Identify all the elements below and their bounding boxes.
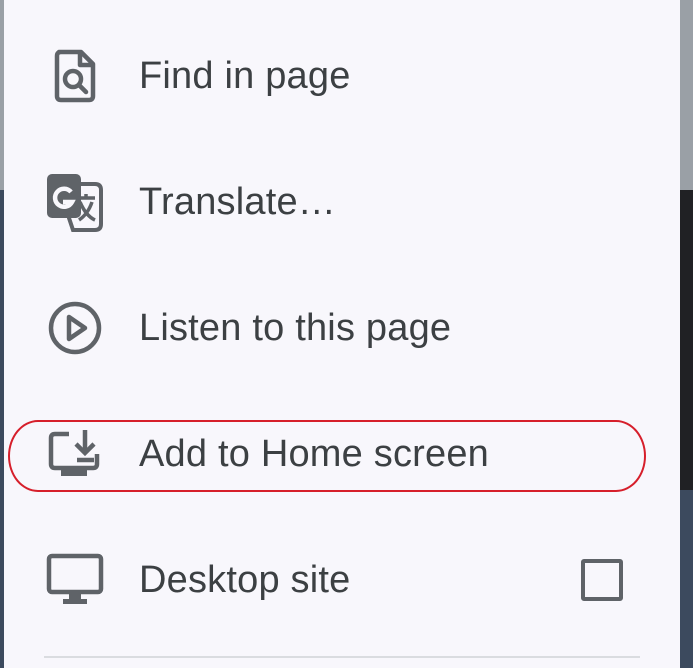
menu-item-label: Translate… — [139, 180, 336, 223]
add-to-home-screen-icon — [44, 423, 106, 485]
desktop-icon — [44, 549, 106, 611]
menu-divider — [44, 656, 640, 658]
menu-item-find-in-page[interactable]: Find in page — [4, 26, 680, 126]
menu-item-label: Desktop site — [139, 558, 351, 601]
find-in-page-icon — [44, 45, 106, 107]
play-circle-icon — [44, 297, 106, 359]
menu-item-add-to-home-screen[interactable]: Add to Home screen — [4, 404, 680, 504]
menu-item-translate[interactable]: Translate… — [4, 152, 680, 252]
menu-item-desktop-site[interactable]: Desktop site — [4, 530, 680, 630]
desktop-site-checkbox[interactable] — [581, 559, 623, 601]
overflow-menu: Find in page Translate… Listen to this p… — [4, 0, 680, 668]
menu-item-label: Add to Home screen — [139, 432, 489, 475]
menu-item-label: Listen to this page — [139, 306, 452, 349]
menu-item-label: Find in page — [139, 54, 351, 97]
menu-item-listen-to-page[interactable]: Listen to this page — [4, 278, 680, 378]
translate-icon — [44, 171, 106, 233]
page-backdrop-strip — [680, 190, 693, 490]
